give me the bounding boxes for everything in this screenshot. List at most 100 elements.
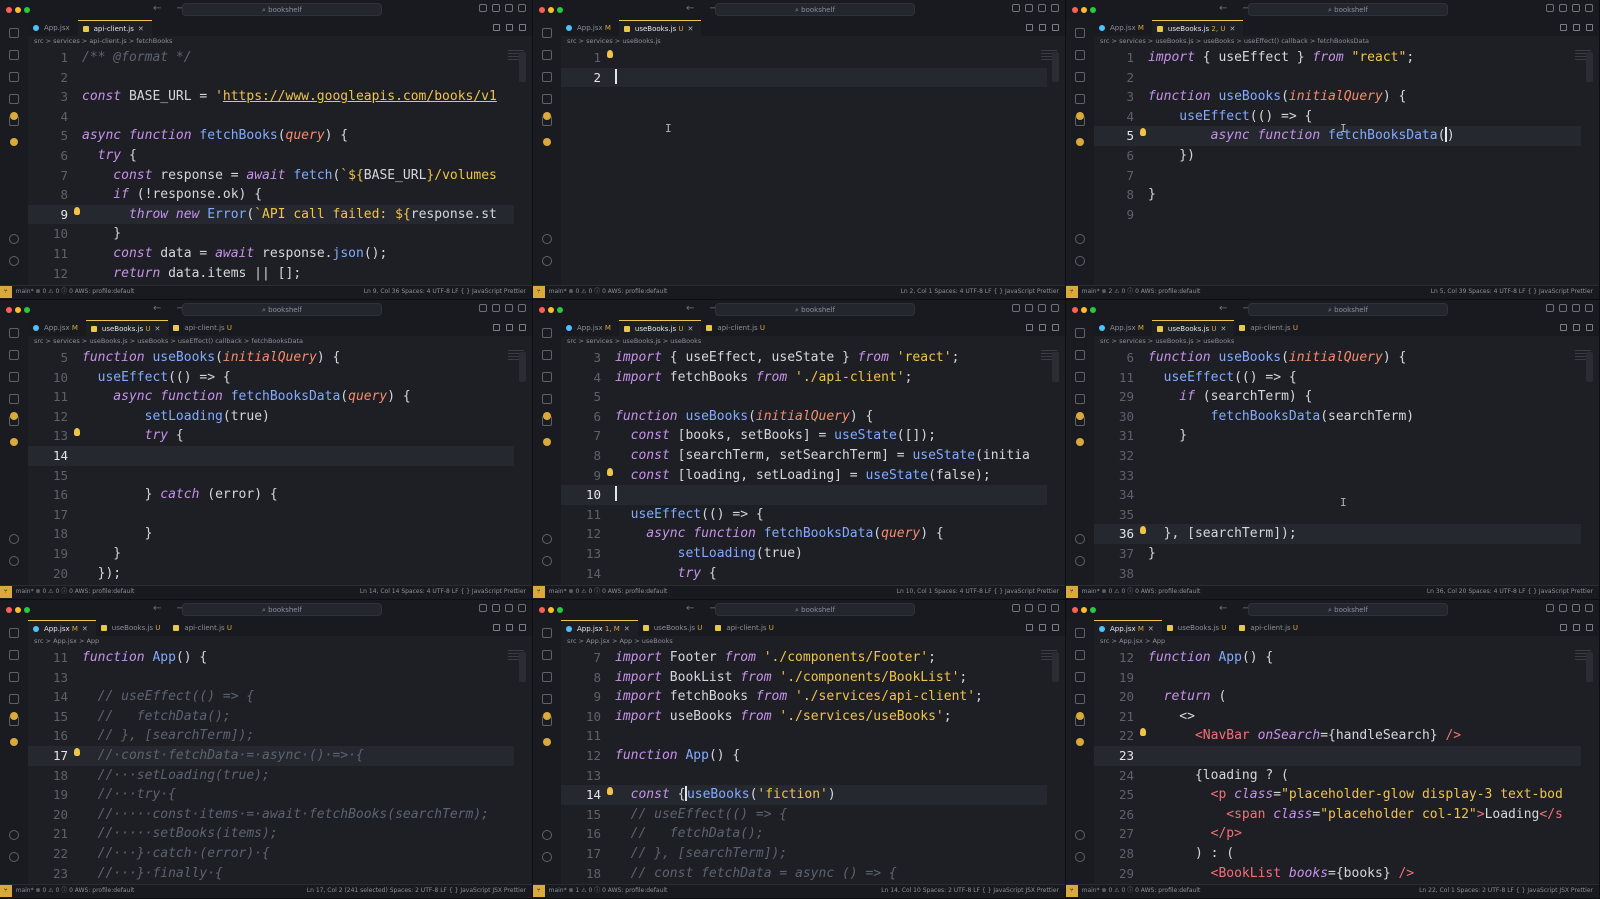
lightbulb-icon[interactable] (607, 787, 613, 796)
editor-tab[interactable]: App.jsx M (28, 320, 86, 336)
account-icon[interactable] (542, 830, 552, 840)
line-number[interactable]: 3 (561, 348, 601, 368)
zoom-window-button[interactable] (1090, 607, 1096, 613)
line-number[interactable]: 5 (561, 387, 601, 407)
line-number[interactable]: 2 (28, 68, 68, 88)
line-number[interactable]: 22 (28, 844, 68, 864)
account-icon[interactable] (9, 234, 19, 244)
gear-icon[interactable] (1075, 256, 1085, 266)
command-center-search[interactable]: ⌕ bookshelf (182, 603, 382, 616)
account-icon[interactable] (1075, 234, 1085, 244)
editor-tab[interactable]: api-client.js U (168, 620, 240, 636)
line-number[interactable]: 6 (1094, 146, 1134, 166)
search-icon[interactable] (542, 350, 552, 360)
layout-toggle-icon[interactable] (1038, 4, 1046, 12)
line-number[interactable]: 8 (561, 446, 601, 466)
close-icon[interactable]: ✕ (1148, 625, 1154, 633)
close-window-button[interactable] (1072, 7, 1078, 13)
status-right[interactable]: Ln 14, Col 14 Spaces: 4 UTF-8 LF { } Jav… (360, 586, 526, 598)
minimize-window-button[interactable] (1081, 607, 1087, 613)
status-text[interactable]: main* ⊗ 2 ⚠ 0 ⓘ 0 AWS: profile:default (1082, 288, 1201, 295)
line-number[interactable]: 17 (28, 746, 68, 766)
layout-toggle-icon[interactable] (1546, 304, 1554, 312)
explorer-icon[interactable] (9, 28, 19, 38)
line-number[interactable]: 29 (1094, 387, 1134, 407)
layout-toggle-icon[interactable] (492, 4, 500, 12)
run-debug-icon[interactable] (542, 394, 552, 404)
close-icon[interactable]: ✕ (155, 325, 161, 333)
line-number[interactable]: 33 (1094, 466, 1134, 486)
extension-badge-icon[interactable] (1076, 438, 1084, 446)
split-editor-icon[interactable] (1573, 24, 1580, 31)
zoom-window-button[interactable] (1090, 307, 1096, 313)
minimize-window-button[interactable] (548, 607, 554, 613)
line-number[interactable]: 20 (1094, 687, 1134, 707)
split-editor-icon[interactable] (493, 24, 500, 31)
close-window-button[interactable] (6, 607, 12, 613)
command-center-search[interactable]: ⌕ bookshelf (715, 603, 915, 616)
source-control-icon[interactable] (9, 672, 19, 682)
line-number[interactable]: 10 (28, 224, 68, 244)
split-editor-icon[interactable] (1026, 24, 1033, 31)
account-icon[interactable] (9, 534, 19, 544)
layout-toggle-icon[interactable] (492, 604, 500, 612)
line-number[interactable]: 10 (561, 485, 601, 505)
line-number[interactable]: 11 (28, 648, 68, 668)
code-editor[interactable]: 12 (561, 48, 1047, 285)
search-icon[interactable] (1075, 650, 1085, 660)
minimize-window-button[interactable] (548, 307, 554, 313)
source-control-icon[interactable] (542, 372, 552, 382)
split-editor-icon[interactable] (1573, 324, 1580, 331)
search-icon[interactable] (9, 650, 19, 660)
line-number[interactable]: 8 (561, 668, 601, 688)
source-control-icon[interactable] (9, 72, 19, 82)
lightbulb-icon[interactable] (607, 467, 613, 476)
lightbulb-icon[interactable] (1140, 728, 1146, 737)
split-editor-icon[interactable] (1573, 624, 1580, 631)
editor-tab[interactable]: useBooks.js U (1162, 620, 1235, 636)
split-editor-icon[interactable] (1560, 324, 1567, 331)
layout-toggle-icon[interactable] (1572, 604, 1580, 612)
split-editor-icon[interactable] (506, 24, 513, 31)
line-number[interactable]: 29 (1094, 864, 1134, 884)
editor-tab[interactable]: useBooks.js U ✕ (618, 320, 702, 336)
explorer-icon[interactable] (542, 628, 552, 638)
explorer-icon[interactable] (542, 28, 552, 38)
close-icon[interactable]: ✕ (1229, 25, 1235, 33)
search-icon[interactable] (9, 350, 19, 360)
breadcrumb[interactable]: src > App.jsx > App (1100, 637, 1165, 647)
close-window-button[interactable] (1072, 307, 1078, 313)
status-right[interactable]: Ln 14, Col 10 Spaces: 2 UTF-8 LF { } Jav… (881, 885, 1059, 897)
breadcrumb[interactable]: src > services > useBooks.js > useBooks (567, 337, 701, 347)
minimize-window-button[interactable] (1081, 307, 1087, 313)
split-editor-icon[interactable] (519, 24, 526, 31)
line-number[interactable]: 7 (1094, 166, 1134, 186)
editor-tab[interactable]: useBooks.js U ✕ (85, 320, 169, 336)
code-editor[interactable]: 12 function App() {19 20 return (21 <> 22 <… (1094, 648, 1581, 884)
line-number[interactable]: 8 (1094, 185, 1134, 205)
status-right[interactable]: Ln 9, Col 36 Spaces: 4 UTF-8 LF { } Java… (364, 286, 526, 298)
git-branch-icon[interactable]: ⑂ (0, 885, 12, 897)
zoom-window-button[interactable] (1090, 7, 1096, 13)
line-number[interactable]: 4 (28, 107, 68, 127)
extension-badge-icon[interactable] (10, 112, 18, 120)
lightbulb-icon[interactable] (1140, 128, 1146, 137)
layout-toggle-icon[interactable] (1012, 604, 1020, 612)
extension-badge-icon[interactable] (1076, 138, 1084, 146)
close-icon[interactable]: ✕ (624, 625, 630, 633)
run-debug-icon[interactable] (1075, 94, 1085, 104)
line-number[interactable]: 23 (28, 864, 68, 884)
gear-icon[interactable] (1075, 852, 1085, 862)
line-number[interactable]: 11 (1094, 368, 1134, 388)
line-number[interactable]: 7 (561, 648, 601, 668)
layout-toggle-icon[interactable] (1572, 4, 1580, 12)
run-debug-icon[interactable] (542, 694, 552, 704)
run-debug-icon[interactable] (9, 394, 19, 404)
extension-badge-icon[interactable] (1076, 412, 1084, 420)
editor-tab[interactable]: App.jsx M (1094, 20, 1152, 36)
close-icon[interactable]: ✕ (688, 325, 694, 333)
line-number[interactable]: 27 (1094, 824, 1134, 844)
split-editor-icon[interactable] (1560, 624, 1567, 631)
git-branch-icon[interactable]: ⑂ (1066, 586, 1078, 598)
layout-toggle-icon[interactable] (1038, 604, 1046, 612)
